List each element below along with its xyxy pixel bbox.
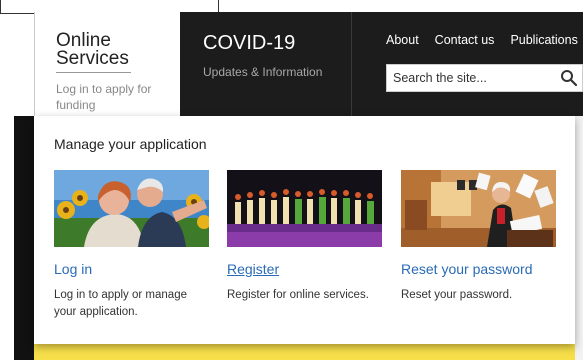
- nav-publications-link[interactable]: Publications: [510, 33, 577, 47]
- top-nav: About Contact us Publications: [386, 33, 578, 47]
- covid-subtitle: Updates & Information: [203, 65, 323, 79]
- search-box: [386, 64, 583, 92]
- reset-password-link[interactable]: Reset your password: [401, 261, 557, 277]
- brand-divider: [56, 72, 131, 73]
- log-in-description: Log in to apply or manage your applicati…: [54, 289, 187, 318]
- log-in-link[interactable]: Log in: [54, 261, 210, 277]
- online-services-subtitle: Log in to apply for funding: [56, 82, 152, 112]
- manage-application-dropdown: Manage your application Log in Log in to…: [34, 116, 575, 344]
- covid-panel[interactable]: COVID-19 Updates & Information: [180, 12, 352, 116]
- online-services-title[interactable]: Online Services: [56, 31, 166, 68]
- search-icon[interactable]: [560, 69, 578, 87]
- online-services-panel[interactable]: Online Services Log in to apply for fund…: [34, 12, 180, 116]
- card-reset-password: Reset your password Reset your password.: [401, 170, 557, 304]
- register-description: Register for online services.: [227, 289, 369, 301]
- hero-right-edge: [575, 116, 583, 360]
- dropdown-title: Manage your application: [54, 136, 207, 152]
- nav-contact-link[interactable]: Contact us: [435, 33, 495, 47]
- log-in-photo[interactable]: [54, 170, 209, 247]
- search-input[interactable]: [387, 65, 557, 91]
- nav-about-link[interactable]: About: [386, 33, 419, 47]
- reset-password-photo[interactable]: [401, 170, 556, 247]
- covid-title[interactable]: COVID-19: [203, 32, 351, 55]
- card-log-in: Log in Log in to apply or manage your ap…: [54, 170, 210, 321]
- register-photo[interactable]: [227, 170, 382, 247]
- register-link[interactable]: Register: [227, 261, 383, 277]
- reset-password-description: Reset your password.: [401, 289, 513, 301]
- card-register: Register Register for online services.: [227, 170, 383, 304]
